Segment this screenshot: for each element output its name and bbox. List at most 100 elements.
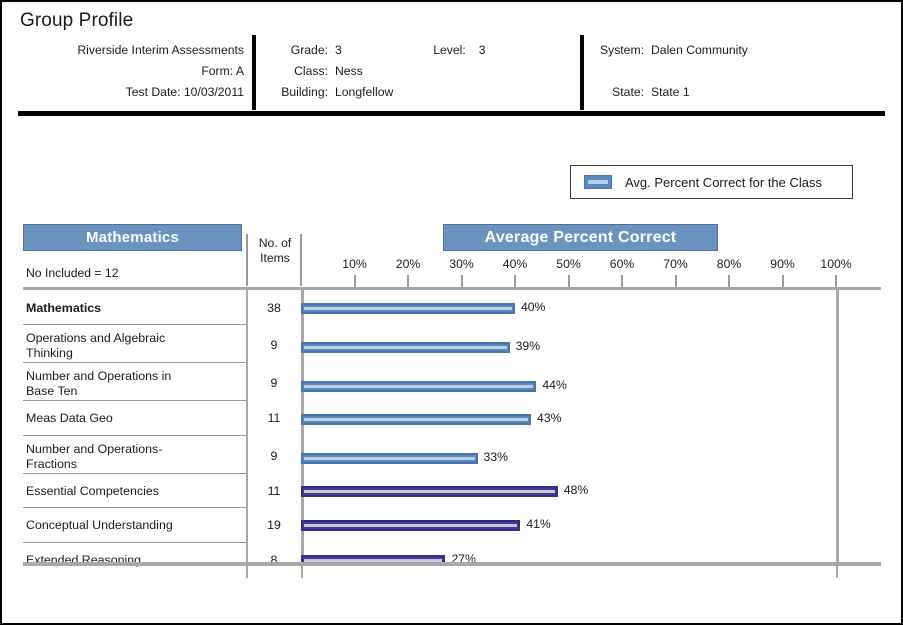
row-item-count: 38 (267, 301, 281, 315)
state-value: State 1 (651, 85, 690, 99)
report-header: Group Profile Riverside Interim Assessme… (2, 2, 901, 116)
row-label: Essential Competencies (26, 484, 240, 499)
system-value: Dalen Community (651, 43, 748, 57)
header-left-column: Riverside Interim Assessments Form: A Te… (18, 40, 244, 103)
axis-tick (514, 275, 516, 287)
row-label-line-2: Fractions (26, 456, 77, 471)
row-label: Operations and Algebraic Thinking (26, 331, 240, 360)
chart-bar (301, 486, 558, 497)
chart-table-body: Mathematics 38 40% Operations and Algebraic… (18, 290, 885, 567)
row-label: Number and Operations- Fractions (26, 442, 240, 471)
legend-swatch-icon (584, 175, 612, 189)
table-bottom-rule (23, 562, 881, 566)
header-divider-2 (580, 35, 584, 110)
assessment-name: Riverside Interim Assessments (77, 43, 244, 57)
row-item-count: 11 (267, 484, 281, 498)
chart-title-badge: Average Percent Correct (443, 224, 718, 251)
header-rule (18, 111, 885, 116)
building-value: Longfellow (335, 85, 394, 99)
grade-label: Grade: (290, 43, 328, 57)
row-label-line-1: Essential Competencies (26, 484, 159, 498)
building-row: Building: Longfellow (264, 82, 584, 103)
state-label: State: (612, 85, 644, 99)
axis-tick (621, 275, 623, 287)
form-field: Form: A (201, 64, 244, 78)
chart-bar (301, 414, 532, 425)
system-label: System: (599, 43, 644, 57)
test-date-field: Test Date: 10/03/2011 (125, 85, 244, 99)
row-label-line-1: Number and Operations- (26, 442, 163, 456)
axis-tick-label: 30% (449, 257, 474, 271)
level-value: 3 (478, 43, 486, 57)
chart-legend: Avg. Percent Correct for the Class (570, 165, 853, 199)
class-value: Ness (335, 64, 363, 78)
row-separator (23, 473, 246, 474)
axis-tick-label: 60% (609, 257, 635, 271)
axis-tick (353, 275, 356, 287)
bar-value-label: 41% (526, 517, 551, 531)
class-row: Class: Ness (264, 61, 584, 82)
row-label-line-1: Conceptual Understanding (26, 518, 173, 532)
row-item-count: 9 (270, 376, 278, 390)
bottom-axis-stub (246, 566, 248, 578)
chart-bar (301, 453, 478, 464)
page-title: Group Profile (20, 10, 134, 31)
axis-tick-label: 10% (342, 257, 367, 271)
chart-bar (301, 520, 521, 531)
row-label-line-1: Number and Operations in (26, 369, 172, 383)
chart-bar (301, 381, 537, 392)
row-label-line-2: Thinking (26, 345, 73, 360)
axis-tick-label: 100% (820, 257, 852, 271)
axis-tick-label: 40% (502, 257, 528, 271)
report-page: Group Profile Riverside Interim Assessme… (0, 0, 903, 625)
grade-value: 3 (335, 43, 342, 57)
header-divider-1 (252, 35, 256, 110)
axis-tick-label: 50% (556, 257, 581, 271)
state-row: State: State 1 (592, 82, 892, 103)
row-item-count: 9 (270, 338, 278, 352)
axis-tick-label: 20% (395, 257, 421, 271)
row-separator (23, 324, 246, 325)
bottom-axis-stub (836, 566, 838, 578)
plot-axis-line-hundred (836, 290, 839, 562)
axis-tick-marks (18, 275, 885, 287)
legend-label: Avg. Percent Correct for the Class (625, 174, 823, 190)
bar-value-label: 39% (515, 339, 541, 353)
axis-tick (407, 275, 409, 287)
grade-level-row: Grade: 3 Level: 3 (264, 40, 584, 61)
row-label: Number and Operations in Base Ten (26, 369, 240, 398)
class-label: Class: (294, 64, 328, 78)
row-separator (23, 400, 246, 401)
subject-title-badge: Mathematics (23, 224, 242, 251)
bar-value-label: 40% (521, 300, 546, 314)
row-label: Conceptual Understanding (26, 518, 240, 533)
row-label-line-2: Base Ten (26, 383, 78, 398)
chart-block: Mathematics No Included = 12 No. of Item… (18, 224, 885, 597)
bar-value-label: 48% (563, 483, 589, 497)
axis-tick-label: 80% (716, 257, 742, 271)
row-item-count: 11 (267, 411, 281, 425)
chart-bar (301, 342, 510, 353)
row-label-line-1: Mathematics (26, 301, 102, 315)
row-separator (23, 362, 246, 363)
building-label: Building: (281, 85, 328, 99)
system-row: System: Dalen Community (592, 40, 892, 61)
bar-value-label: 43% (537, 411, 562, 425)
row-separator (23, 542, 246, 543)
row-item-count: 9 (270, 449, 278, 463)
axis-tick (674, 275, 677, 287)
axis-tick (835, 275, 837, 287)
row-label: Meas Data Geo (26, 411, 240, 426)
row-separator (23, 507, 246, 508)
level-label: Level: (433, 43, 466, 57)
chart-bar (301, 303, 515, 314)
axis-tick (567, 275, 570, 287)
body-column-rule (246, 290, 248, 562)
row-separator (23, 435, 246, 436)
row-label-line-1: Operations and Algebraic (26, 331, 166, 345)
axis-tick-labels: 10% 20% 30% 40% 50% 60% 70% 80% 90% 100% (18, 257, 885, 275)
axis-tick (781, 275, 784, 287)
bar-value-label: 44% (542, 378, 567, 392)
items-header-line-1: No. of (258, 236, 292, 250)
axis-tick-label: 90% (770, 257, 795, 271)
